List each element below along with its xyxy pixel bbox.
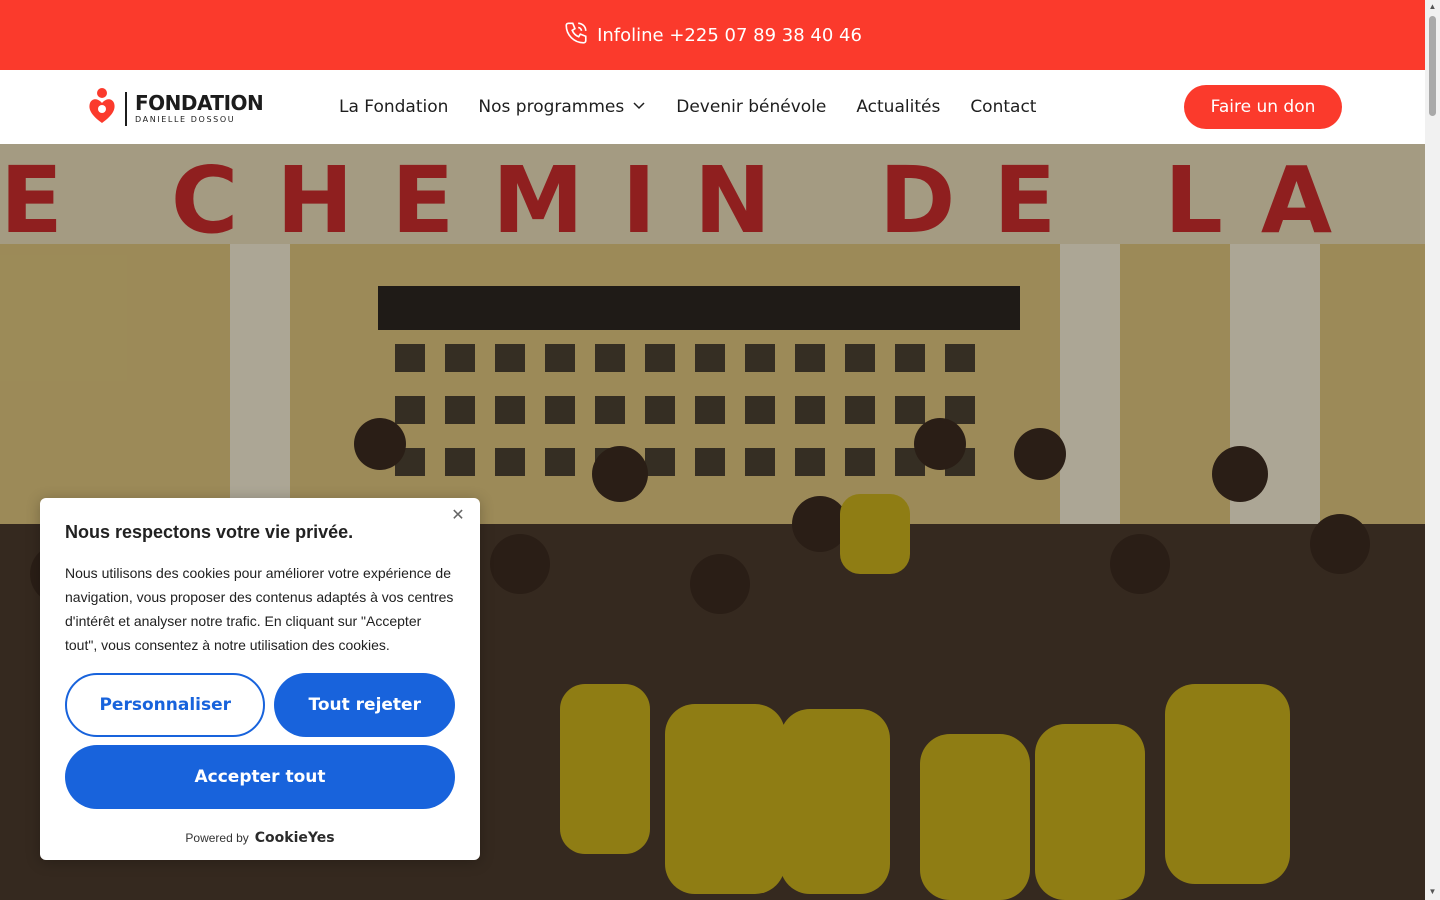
nav-item-nos-programmes[interactable]: Nos programmes <box>478 97 646 117</box>
main-navigation: FONDATION DANIELLE DOSSOU La Fondation N… <box>0 70 1425 144</box>
cookie-button-row: Personnaliser Tout rejeter <box>65 673 455 737</box>
nav-item-devenir-benevole[interactable]: Devenir bénévole <box>676 97 826 117</box>
logo-subtitle: DANIELLE DOSSOU <box>135 115 236 124</box>
reject-all-button[interactable]: Tout rejeter <box>274 673 455 737</box>
customize-button[interactable]: Personnaliser <box>65 673 266 737</box>
phone-icon <box>563 20 589 51</box>
scrollbar-thumb[interactable] <box>1429 16 1436 116</box>
nav-item-label: Nos programmes <box>478 97 625 117</box>
infoline-link[interactable]: Infoline +225 07 89 38 40 46 <box>563 20 862 51</box>
logo-wordmark: FONDATION DANIELLE DOSSOU <box>135 91 264 124</box>
site-logo[interactable]: FONDATION DANIELLE DOSSOU <box>87 87 264 130</box>
chevron-down-icon <box>632 97 646 117</box>
top-info-bar: Infoline +225 07 89 38 40 46 <box>0 0 1425 70</box>
cookie-title: Nous respectons votre vie privée. <box>65 522 354 542</box>
heart-person-logo-icon <box>87 87 117 130</box>
nav-item-actualites[interactable]: Actualités <box>856 97 940 117</box>
donate-button[interactable]: Faire un don <box>1184 85 1342 129</box>
close-icon[interactable]: ✕ <box>450 508 466 524</box>
powered-by: Powered by CookieYes <box>40 830 480 846</box>
powered-by-label: Powered by <box>185 831 249 845</box>
nav-item-contact[interactable]: Contact <box>970 97 1036 117</box>
logo-title: FONDATION <box>135 91 264 115</box>
scroll-up-arrow-icon[interactable]: ▲ <box>1428 2 1437 11</box>
page-scrollbar[interactable]: ▲ ▼ <box>1425 0 1440 900</box>
accept-all-button[interactable]: Accepter tout <box>65 745 455 809</box>
scroll-down-arrow-icon[interactable]: ▼ <box>1428 887 1437 896</box>
cookie-consent-banner: ✕ Nous respectons votre vie privée. Nous… <box>40 498 480 860</box>
nav-item-la-fondation[interactable]: La Fondation <box>339 97 448 117</box>
nav-menu: La Fondation Nos programmes Devenir béné… <box>339 70 1036 144</box>
cookieyes-logo[interactable]: CookieYes <box>255 830 335 846</box>
page: Infoline +225 07 89 38 40 46 FONDATION D… <box>0 0 1440 900</box>
logo-divider <box>125 91 127 126</box>
infoline-text: Infoline +225 07 89 38 40 46 <box>597 24 862 46</box>
cookie-description: Nous utilisons des cookies pour améliore… <box>65 565 454 653</box>
